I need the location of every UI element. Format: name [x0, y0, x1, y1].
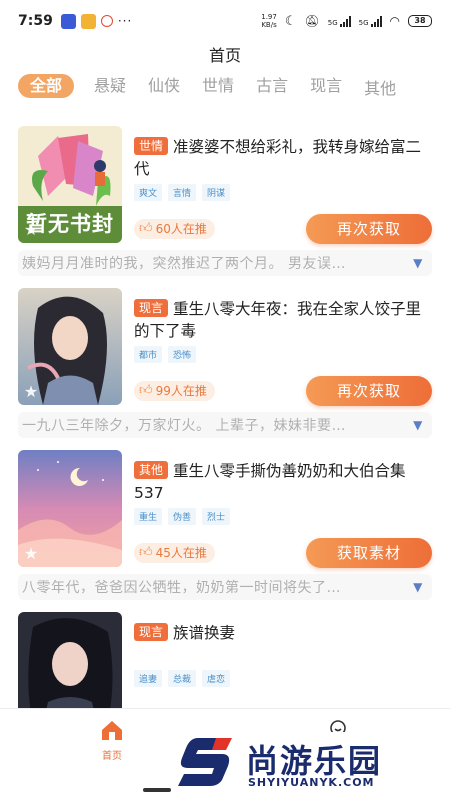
book-tag: 都市	[134, 346, 163, 363]
book-title[interactable]: 现言 族谱换妻	[134, 622, 432, 644]
book-tag: 追妻	[134, 670, 163, 687]
book-cover[interactable]: ★	[18, 450, 122, 567]
home-icon	[102, 721, 122, 740]
book-tag: 言情	[168, 184, 197, 201]
signal-icon-2: 5G	[359, 15, 382, 27]
book-title[interactable]: 现言 重生八零大年夜：我在全家人饺子里的下了毒	[134, 298, 432, 342]
star-icon: ★	[23, 220, 39, 239]
battery-icon: 38	[408, 15, 432, 27]
book-tags: 爽文 言情 阴谋	[134, 184, 432, 201]
recommend-count: 👍︎ 45人在推	[134, 543, 215, 563]
watermark-logo: 尚游乐园 SHYIYUANYK.COM	[172, 732, 450, 792]
book-tag: 烈士	[202, 508, 231, 525]
recommend-count: 👍︎ 60人在推	[134, 219, 215, 239]
book-cover[interactable]	[18, 612, 122, 708]
category-tab-suspense[interactable]: 悬疑	[92, 74, 128, 98]
book-card[interactable]: 现言 族谱换妻 追妻 总裁 虐恋	[0, 612, 450, 708]
get-again-button[interactable]: 再次获取	[306, 214, 432, 244]
book-tag: 阴谋	[202, 184, 231, 201]
category-tabs: 全部 悬疑 仙侠 世情 古言 现言 其他	[0, 74, 450, 126]
folder-notification-icon	[80, 13, 96, 29]
cover-illustration	[18, 612, 122, 708]
chevron-down-icon[interactable]: ▼	[408, 256, 428, 270]
weibo-notification-icon	[100, 15, 113, 27]
category-tab-all[interactable]: 全部	[18, 74, 75, 98]
more-notifications-icon: ···	[117, 14, 133, 28]
book-card[interactable]: ★ 现言 重生八零大年夜：我在全家人饺子里的下了毒 都市 恐怖 👍︎ 99人在推 再…	[0, 288, 450, 450]
genre-badge: 现言	[134, 299, 169, 317]
tab-home-label: 首页	[102, 751, 122, 762]
book-summary[interactable]: 八零年代，爸爸因公牺牲，奶奶第一时间将失了… ▼	[18, 574, 432, 600]
watermark-url: SHYIYUANYK.COM	[248, 776, 375, 789]
book-cover[interactable]: 暂无书封 ★	[18, 126, 122, 243]
net-speed: 1.97 KB/s	[261, 13, 277, 29]
book-tag: 恐怖	[168, 346, 197, 363]
category-tab-shiqing[interactable]: 世情	[200, 74, 236, 98]
genre-badge: 世情	[134, 137, 169, 155]
thumb-up-icon: 👍︎	[139, 545, 153, 560]
book-card[interactable]: ★ 其他 重生八零手撕伪善奶奶和大伯合集537 重生 伪善 烈士 👍︎ 45人在推 …	[0, 450, 450, 612]
star-icon: ★	[23, 544, 39, 563]
book-tags: 重生 伪善 烈士	[134, 508, 432, 525]
watermark-s-logo	[178, 738, 232, 786]
genre-badge: 其他	[134, 461, 169, 479]
book-tags: 追妻 总裁 虐恋	[134, 670, 432, 687]
book-tags: 都市 恐怖	[134, 346, 432, 363]
nav-bar: 首页	[0, 42, 450, 74]
category-tab-other[interactable]: 其他	[362, 77, 398, 101]
book-summary[interactable]: 姨妈月月准时的我，突然推迟了两个月。 男友误… ▼	[18, 250, 432, 276]
chevron-down-icon[interactable]: ▼	[408, 418, 428, 432]
chevron-down-icon[interactable]: ▼	[408, 580, 428, 594]
recommend-count: 👍︎ 99人在推	[134, 381, 215, 401]
signal-icon: 5G	[328, 15, 351, 27]
book-tag: 重生	[134, 508, 163, 525]
app-notification-icon	[60, 13, 76, 29]
genre-badge: 现言	[134, 623, 169, 641]
tab-home[interactable]: 首页	[92, 719, 132, 762]
status-time: 7:59	[18, 13, 53, 29]
book-summary[interactable]: 一九八三年除夕，万家灯火。 上辈子，妹妹非要… ▼	[18, 412, 432, 438]
book-tag: 爽文	[134, 184, 163, 201]
book-tag: 总裁	[168, 670, 197, 687]
book-tag: 虐恋	[202, 670, 231, 687]
mute-icon: 🔕︎	[304, 14, 320, 28]
status-bar: 7:59 ··· 1.97 KB/s ☾ 🔕︎ 5G 5G ◠ 38	[0, 0, 450, 42]
category-tab-xianyan[interactable]: 现言	[308, 74, 344, 98]
book-title[interactable]: 世情 准婆婆不想给彩礼，我转身嫁给富二代	[134, 136, 432, 180]
book-cover[interactable]: ★	[18, 288, 122, 405]
star-icon: ★	[23, 382, 39, 401]
page-title: 首页	[208, 46, 241, 65]
main-content[interactable]: 全部 悬疑 仙侠 世情 古言 现言 其他 暂无书封 ★ 世情 准婆婆不想给彩礼，…	[0, 74, 450, 708]
thumb-up-icon: 👍︎	[139, 383, 153, 398]
book-title[interactable]: 其他 重生八零手撕伪善奶奶和大伯合集537	[134, 460, 432, 504]
get-material-button[interactable]: 获取素材	[306, 538, 432, 568]
book-tag: 伪善	[168, 508, 197, 525]
category-tab-guyan[interactable]: 古言	[254, 74, 290, 98]
book-card[interactable]: 暂无书封 ★ 世情 准婆婆不想给彩礼，我转身嫁给富二代 爽文 言情 阴谋 👍︎ 60…	[0, 126, 450, 288]
get-again-button[interactable]: 再次获取	[306, 376, 432, 406]
category-tab-xianxia[interactable]: 仙侠	[146, 74, 182, 98]
gesture-bar[interactable]	[143, 788, 171, 792]
moon-icon: ☾	[284, 13, 297, 29]
wifi-icon: ◠	[389, 14, 400, 28]
thumb-up-icon: 👍︎	[139, 221, 153, 236]
